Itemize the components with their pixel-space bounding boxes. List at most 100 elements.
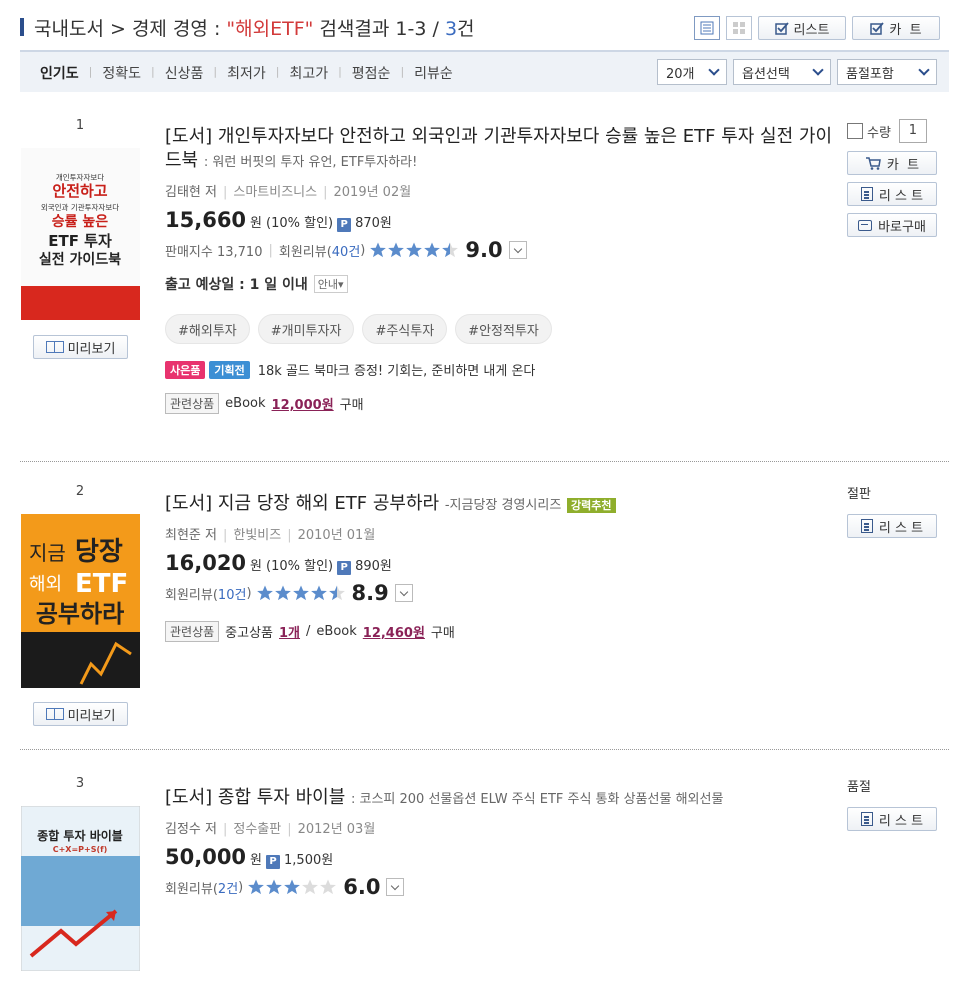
book-publisher[interactable]: 스마트비즈니스 (233, 185, 317, 200)
price-unit: 원 (250, 216, 263, 231)
star-icon (284, 879, 301, 895)
search-header: 국내도서 > 경제 경영 : "해외ETF" 검색결과 1-3 / 3건 리스트… (20, 8, 940, 48)
ebook-label: eBook (225, 396, 266, 411)
review-close: ) (246, 585, 252, 601)
sort-lowest-price[interactable]: 최저가 (217, 63, 276, 83)
book-publisher[interactable]: 정수출판 (233, 822, 281, 837)
price-line: 15,660 원 (10% 할인) P 870원 (165, 208, 835, 232)
book-title-text[interactable]: [도서] 지금 당장 해외 ETF 공부하라 (165, 493, 439, 514)
book-cover[interactable]: 지금 당장 해외 ETF 공부하라 (21, 514, 140, 688)
star-icon (310, 585, 327, 601)
book-cover[interactable]: 종합 투자 바이블 C+X=P+S(f) (20, 805, 141, 972)
star-icon (328, 585, 345, 601)
buy-label: 바로구매 (878, 219, 926, 235)
review-close: ) (238, 879, 244, 895)
grid-view-button[interactable] (726, 16, 752, 40)
add-selected-to-cart-button[interactable]: 카 트 (852, 16, 940, 40)
cart-icon (865, 157, 881, 170)
book-author[interactable]: 김태현 저 (165, 185, 217, 200)
sort-rating[interactable]: 평점순 (342, 63, 401, 83)
cover-text: 실전 가이드북 (39, 251, 121, 268)
rating-dropdown-button[interactable] (386, 878, 405, 896)
gift-badge: 사은품 (165, 360, 206, 379)
tag-chip[interactable]: #주식투자 (362, 314, 448, 344)
sort-reviews[interactable]: 리뷰순 (404, 63, 463, 83)
tag-chip[interactable]: #개미투자자 (257, 314, 355, 344)
meta-separator: | (287, 528, 292, 543)
book-series[interactable]: -지금당장 경영시리즈 (445, 498, 561, 513)
cover-text: 당장 (75, 537, 123, 567)
add-to-cart-button[interactable]: 카 트 (847, 151, 937, 175)
book-author[interactable]: 최현준 저 (165, 528, 217, 543)
add-to-list-button[interactable]: 리 스 트 (847, 807, 937, 831)
add-to-list-button[interactable]: 리 스 트 (847, 182, 937, 206)
breadcrumb-category[interactable]: 국내도서 (34, 18, 104, 40)
per-page-value: 20개 (666, 66, 695, 82)
grid-view-icon (733, 22, 745, 34)
point-icon: P (266, 855, 281, 869)
used-count-link[interactable]: 1개 (279, 622, 300, 641)
discount-rate: (10% 할인) (266, 559, 334, 574)
ebook-price-link[interactable]: 12,000원 (272, 394, 334, 413)
related-products: 관련상품 eBook 12,000원 구매 (165, 393, 835, 414)
sale-price: 50,000 (165, 845, 247, 869)
star-icon (302, 879, 319, 895)
book-cover[interactable]: 개인투자자보다 안전하고 외국인과 기관투자자보다 승률 높은 ETF 투자 실… (21, 148, 140, 320)
list-label: 리 스 트 (878, 520, 924, 536)
rating-dropdown-button[interactable] (508, 241, 527, 259)
select-checkbox[interactable] (847, 123, 863, 139)
meta-separator: | (222, 822, 228, 837)
chevron-down-icon (812, 64, 824, 76)
ebook-price-link[interactable]: 12,460원 (363, 622, 425, 641)
book-title[interactable]: [도서] 개인투자자보다 안전하고 외국인과 기관투자자보다 승률 높은 ETF… (165, 125, 835, 175)
review-count[interactable]: 40건 (332, 241, 361, 260)
rating-dropdown-button[interactable] (394, 584, 413, 602)
option-select[interactable]: 옵션선택 (733, 59, 831, 85)
star-icon (248, 879, 265, 895)
item-actions: 품절 리 스 트 (847, 776, 937, 838)
add-selected-to-list-button[interactable]: 리스트 (758, 16, 846, 40)
cover-text: ETF 투자 (48, 232, 112, 250)
checkbox-icon (870, 22, 885, 35)
shipping-guide-button[interactable]: 안내▾ (313, 275, 348, 293)
star-icon (320, 879, 337, 895)
promotion-text[interactable]: 18k 골드 북마크 증정! 기회는, 준비하면 내게 온다 (258, 360, 536, 379)
point-amount: 1,500원 (284, 853, 334, 868)
review-count[interactable]: 10건 (218, 584, 247, 603)
book-title-text[interactable]: [도서] 종합 투자 바이블 (165, 787, 345, 808)
add-to-list-button[interactable]: 리 스 트 (847, 514, 937, 538)
price-line: 16,020 원 (10% 할인) P 890원 (165, 551, 835, 575)
cart-label: 카 트 (886, 157, 920, 173)
price-line: 50,000 원 P 1,500원 (165, 845, 835, 869)
list-view-button[interactable] (694, 16, 720, 40)
sort-newest[interactable]: 신상품 (155, 63, 214, 83)
rating-score: 8.9 (351, 581, 389, 605)
tag-chip[interactable]: #안정적투자 (455, 314, 552, 344)
book-title[interactable]: [도서] 종합 투자 바이블 : 코스피 200 선물옵션 ELW 주식 ETF… (165, 786, 835, 812)
tag-chip[interactable]: #해외투자 (165, 314, 250, 344)
quantity-input[interactable]: 1 (898, 119, 927, 143)
item-rank: 2 (75, 484, 85, 499)
item-divider (20, 461, 949, 462)
review-count[interactable]: 2건 (218, 878, 238, 897)
book-author[interactable]: 김정수 저 (165, 822, 217, 837)
used-label: 중고상품 (225, 626, 274, 641)
breadcrumb: 국내도서 > 경제 경영 : "해외ETF" 검색결과 1-3 / 3건 (34, 14, 475, 41)
breadcrumb-subcategory[interactable]: 경제 경영 (132, 18, 208, 40)
sort-highest-price[interactable]: 최고가 (279, 63, 338, 83)
soldout-filter-select[interactable]: 품절포함 (837, 59, 937, 85)
buy-now-button[interactable]: 바로구매 (847, 213, 937, 237)
book-subtitle: : 워런 버핏의 투자 유언, ETF투자하라! (203, 155, 418, 170)
preview-button[interactable]: 미리보기 (33, 702, 128, 726)
list-icon (860, 812, 873, 826)
per-page-select[interactable]: 20개 (657, 59, 727, 85)
book-cover-image: 종합 투자 바이블 C+X=P+S(f) (20, 805, 141, 972)
sort-popularity[interactable]: 인기도 (40, 63, 89, 83)
meta-separator: | (222, 528, 228, 543)
quantity-label: 수량 (867, 125, 891, 141)
book-title[interactable]: [도서] 지금 당장 해외 ETF 공부하라 -지금당장 경영시리즈 강력추천 (165, 492, 835, 518)
meta-separator: | (222, 185, 228, 200)
sort-accuracy[interactable]: 정확도 (92, 63, 151, 83)
book-publisher[interactable]: 한빛비즈 (233, 528, 281, 543)
preview-button[interactable]: 미리보기 (33, 335, 128, 359)
